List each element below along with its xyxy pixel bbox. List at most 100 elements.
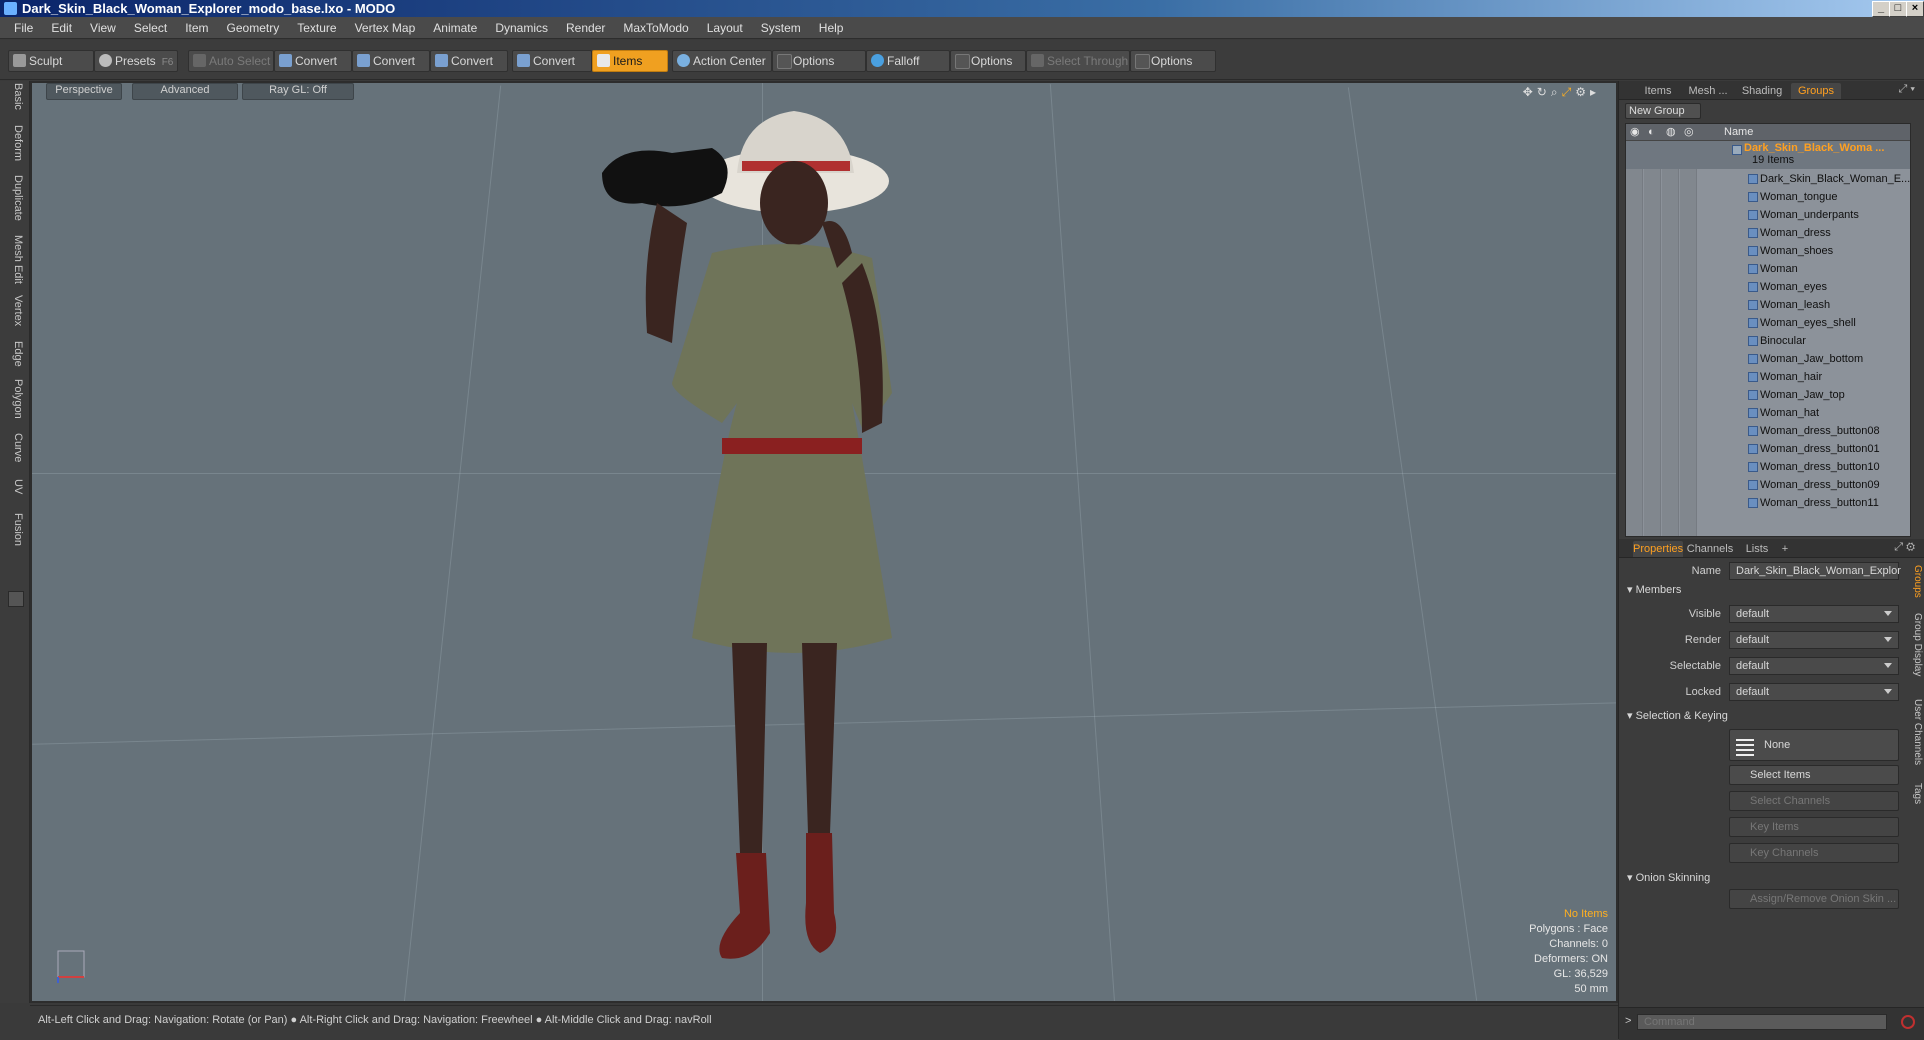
record-icon[interactable] — [1901, 1015, 1915, 1029]
menu-layout[interactable]: Layout — [698, 17, 752, 39]
menu-item[interactable]: Item — [176, 17, 217, 39]
fit-icon[interactable]: ⤢ — [1562, 85, 1576, 99]
gear-icon[interactable]: ⤢ ⚙ — [1894, 541, 1915, 554]
key-channels-button[interactable]: Key Channels — [1729, 843, 1899, 863]
new-group-button[interactable]: New Group — [1625, 103, 1701, 119]
minimize-icon[interactable]: _ — [1872, 1, 1890, 17]
list-item[interactable]: Woman_eyes — [1626, 278, 1910, 296]
close-icon[interactable]: × — [1906, 1, 1924, 17]
rotate-icon[interactable]: ↻ — [1537, 85, 1551, 99]
select-through-button[interactable]: Select Through — [1026, 50, 1130, 72]
selection-keying-section[interactable]: ▾ Selection & Keying — [1627, 709, 1728, 722]
list-item[interactable]: Woman_tongue — [1626, 188, 1910, 206]
3d-viewport[interactable]: Perspective Advanced Ray GL: Off ✥↻⌕⤢⚙▸ — [30, 81, 1618, 1003]
action-center-button[interactable]: Action Center — [672, 50, 772, 72]
presets-button[interactable]: Presets F6 — [94, 50, 178, 72]
group-row[interactable]: Dark_Skin_Black_Woma ... 19 Items — [1626, 141, 1910, 169]
list-item[interactable]: Dark_Skin_Black_Woman_E... — [1626, 170, 1910, 188]
none-button[interactable]: None — [1729, 729, 1899, 761]
key-items-button[interactable]: Key Items — [1729, 817, 1899, 837]
menu-system[interactable]: System — [752, 17, 810, 39]
list-item[interactable]: Woman — [1626, 260, 1910, 278]
members-section[interactable]: ▾ Members — [1627, 583, 1681, 596]
menu-view[interactable]: View — [81, 17, 125, 39]
tab-deform[interactable]: Deform — [6, 125, 24, 161]
tab-edge[interactable]: Edge — [6, 341, 24, 367]
side-tab-tags[interactable]: Tags — [1909, 783, 1923, 804]
sculpt-button[interactable]: Sculpt — [8, 50, 94, 72]
tab-groups[interactable]: Groups — [1791, 83, 1841, 99]
menu-help[interactable]: Help — [810, 17, 853, 39]
select-through-options-button[interactable]: Options — [1130, 50, 1216, 72]
list-item[interactable]: Woman_dress_button01 — [1626, 440, 1910, 458]
items-mode-button[interactable]: Items — [592, 50, 668, 72]
render-icon[interactable]: ◐ — [1648, 124, 1655, 140]
tab-uv[interactable]: UV — [6, 479, 24, 494]
menu-maxtomodo[interactable]: MaxToModo — [614, 17, 697, 39]
add-tab-button[interactable]: + — [1777, 541, 1793, 557]
tab-polygon[interactable]: Polygon — [6, 379, 24, 419]
select-icon[interactable]: ◎ — [1684, 124, 1694, 140]
panel-menu-icon[interactable]: ⤢ ▾ — [1899, 83, 1915, 96]
falloff-options-button[interactable]: Options — [950, 50, 1026, 72]
menu-geometry[interactable]: Geometry — [218, 17, 289, 39]
command-input[interactable] — [1637, 1014, 1887, 1030]
maximize-icon[interactable]: □ — [1889, 1, 1907, 17]
side-tab-group-display[interactable]: Group Display — [1909, 613, 1923, 676]
pan-icon[interactable]: ✥ — [1523, 85, 1537, 99]
tab-items[interactable]: Items — [1635, 83, 1681, 99]
selectable-dropdown[interactable]: default — [1729, 657, 1899, 675]
convert-vertices-button[interactable]: Convert — [274, 50, 352, 72]
onion-skinning-section[interactable]: ▾ Onion Skinning — [1627, 871, 1710, 884]
name-field[interactable]: Dark_Skin_Black_Woman_Explor — [1729, 562, 1901, 580]
shading-mode-dropdown[interactable]: Advanced — [132, 83, 238, 100]
tab-curve[interactable]: Curve — [6, 433, 24, 462]
tab-duplicate[interactable]: Duplicate — [6, 175, 24, 221]
menu-texture[interactable]: Texture — [288, 17, 345, 39]
falloff-button[interactable]: Falloff — [866, 50, 950, 72]
select-items-button[interactable]: Select Items — [1729, 765, 1899, 785]
side-tab-user-channels[interactable]: User Channels — [1909, 699, 1923, 765]
tab-basic[interactable]: Basic — [6, 83, 24, 110]
render-dropdown[interactable]: default — [1729, 631, 1899, 649]
menu-animate[interactable]: Animate — [424, 17, 486, 39]
list-item[interactable]: Woman_hat — [1626, 404, 1910, 422]
list-item[interactable]: Woman_dress_button11 — [1626, 494, 1910, 512]
zoom-icon[interactable]: ⌕ — [1551, 85, 1562, 99]
list-item[interactable]: Woman_Jaw_top — [1626, 386, 1910, 404]
tab-properties[interactable]: Properties — [1633, 541, 1683, 557]
list-item[interactable]: Woman_dress — [1626, 224, 1910, 242]
palette-toggle-icon[interactable] — [8, 591, 24, 607]
menu-select[interactable]: Select — [125, 17, 176, 39]
list-item[interactable]: Woman_dress_button08 — [1626, 422, 1910, 440]
tab-fusion[interactable]: Fusion — [6, 513, 24, 546]
menu-render[interactable]: Render — [557, 17, 614, 39]
name-column-header[interactable]: Name — [1724, 124, 1753, 140]
assign-onion-skin-button[interactable]: Assign/Remove Onion Skin ... — [1729, 889, 1899, 909]
menu-vertex-map[interactable]: Vertex Map — [346, 17, 425, 39]
view-type-dropdown[interactable]: Perspective — [46, 83, 122, 100]
lock-icon[interactable]: ◍ — [1666, 124, 1676, 140]
select-channels-button[interactable]: Select Channels — [1729, 791, 1899, 811]
tab-mesh-edit[interactable]: Mesh Edit — [6, 235, 24, 284]
list-item[interactable]: Woman_dress_button10 — [1626, 458, 1910, 476]
convert-polygons-button[interactable]: Convert — [430, 50, 508, 72]
list-item[interactable]: Binocular — [1626, 332, 1910, 350]
expand-icon[interactable]: ▸ — [1590, 85, 1600, 99]
visible-dropdown[interactable]: default — [1729, 605, 1899, 623]
side-tab-groups[interactable]: Groups — [1909, 565, 1923, 598]
list-item[interactable]: Woman_leash — [1626, 296, 1910, 314]
list-item[interactable]: Woman_dress_button09 — [1626, 476, 1910, 494]
list-item[interactable]: Woman_underpants — [1626, 206, 1910, 224]
tab-shading[interactable]: Shading — [1735, 83, 1789, 99]
menu-dynamics[interactable]: Dynamics — [486, 17, 557, 39]
list-item[interactable]: Woman_eyes_shell — [1626, 314, 1910, 332]
tab-lists[interactable]: Lists — [1737, 541, 1777, 557]
gear-icon[interactable]: ⚙ — [1575, 85, 1590, 99]
tab-vertex[interactable]: Vertex — [6, 295, 24, 326]
tab-channels[interactable]: Channels — [1685, 541, 1735, 557]
convert-edges-button[interactable]: Convert — [352, 50, 430, 72]
menu-edit[interactable]: Edit — [42, 17, 81, 39]
raygl-toggle[interactable]: Ray GL: Off — [242, 83, 354, 100]
list-item[interactable]: Woman_Jaw_bottom — [1626, 350, 1910, 368]
